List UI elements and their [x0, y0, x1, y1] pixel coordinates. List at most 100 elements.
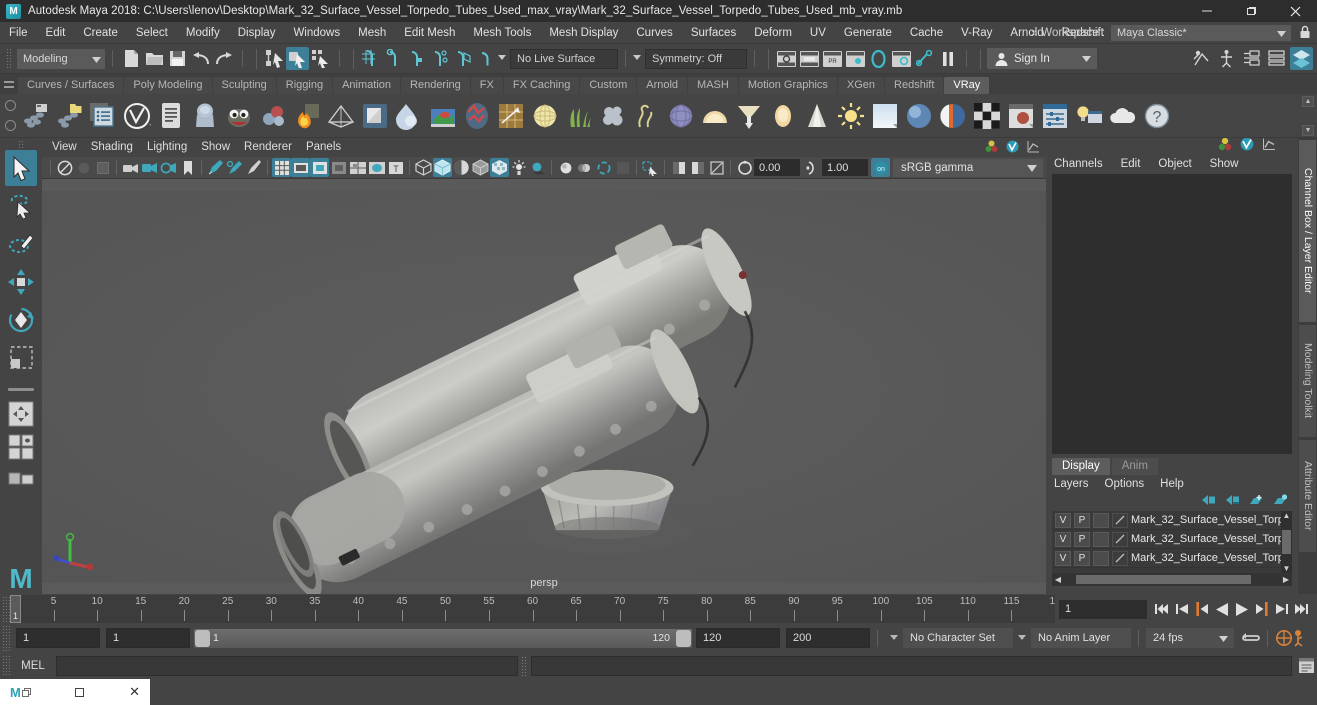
character-set-combo[interactable]: No Character Set: [903, 628, 1013, 648]
panel-menu-lighting[interactable]: Lighting: [147, 138, 201, 157]
vray-plane-icon[interactable]: [324, 97, 358, 135]
vray-displacement-icon[interactable]: [460, 97, 494, 135]
workspace-combo[interactable]: Maya Classic*: [1111, 25, 1291, 41]
menu-windows[interactable]: Windows: [284, 22, 349, 44]
go-to-end-icon[interactable]: [1293, 599, 1311, 619]
vray-hair-icon[interactable]: [630, 97, 664, 135]
cb-menu-object[interactable]: Object: [1158, 158, 1191, 170]
vray-render-settings-panel-icon[interactable]: [1038, 97, 1072, 135]
transparency-shading-icon[interactable]: [490, 158, 509, 177]
pause-render-icon[interactable]: [936, 47, 959, 70]
perspective-viewport[interactable]: persp: [42, 179, 1046, 594]
menu-edit[interactable]: Edit: [37, 22, 75, 44]
anim-end-field[interactable]: 200: [786, 628, 870, 648]
layer-playback-toggle[interactable]: P: [1074, 512, 1090, 528]
range-bar[interactable]: 1 120: [194, 628, 692, 648]
vray-terrain-icon[interactable]: [426, 97, 460, 135]
layer-list-horizontal-scrollbar[interactable]: ◀ ▶: [1052, 573, 1292, 586]
shelf-tab-xgen[interactable]: XGen: [837, 77, 885, 94]
vray-render-view-icon[interactable]: [1004, 97, 1038, 135]
vray-sunlight-icon[interactable]: [834, 97, 868, 135]
vray-frame-buffer-icon[interactable]: [154, 97, 188, 135]
menu-generate[interactable]: Generate: [835, 22, 901, 44]
anim-start-field[interactable]: 1: [16, 628, 100, 648]
play-forwards-icon[interactable]: [1233, 599, 1251, 619]
make-live-icon[interactable]: [475, 47, 498, 70]
step-back-icon[interactable]: [1173, 599, 1191, 619]
new-layer-icon[interactable]: [1249, 493, 1264, 511]
layer-name[interactable]: Mark_32_Surface_Vessel_Torpedo: [1131, 533, 1292, 545]
shelf-scroll-buttons[interactable]: ▲ ▼: [1301, 96, 1315, 136]
camera-attributes-icon[interactable]: [121, 158, 140, 177]
table-row[interactable]: V P Mark_32_Surface_Vessel_Torpedo: [1052, 549, 1292, 568]
snap-to-curve-icon[interactable]: [383, 47, 406, 70]
layer-visibility-toggle[interactable]: V: [1055, 550, 1071, 566]
graph-editor-icon[interactable]: [1027, 140, 1040, 156]
screen-space-ao-icon[interactable]: [556, 158, 575, 177]
isolate-select-icon[interactable]: [641, 158, 660, 177]
le-menu-help[interactable]: Help: [1160, 478, 1184, 490]
command-line-gripper[interactable]: [2, 654, 10, 677]
menu-curves[interactable]: Curves: [627, 22, 681, 44]
command-line-splitter[interactable]: [521, 655, 528, 676]
undo-icon[interactable]: [189, 47, 212, 70]
select-object-icon[interactable]: [286, 47, 309, 70]
layer-playback-toggle[interactable]: P: [1074, 531, 1090, 547]
previous-key-icon[interactable]: [1193, 599, 1211, 619]
shelf-tab-rigging[interactable]: Rigging: [276, 77, 333, 94]
render-settings-icon[interactable]: [890, 47, 913, 70]
vray-proxy-icon[interactable]: [596, 97, 630, 135]
irr-render-icon[interactable]: [798, 47, 821, 70]
shelf-tab-curves-surfaces[interactable]: Curves / Surfaces: [18, 77, 124, 94]
move-layer-down-icon[interactable]: [1225, 493, 1240, 511]
color-management-icon[interactable]: on: [871, 158, 890, 177]
current-time-indicator[interactable]: 1: [10, 595, 21, 623]
menu-display[interactable]: Display: [229, 22, 285, 44]
cb-menu-channels[interactable]: Channels: [1054, 158, 1103, 170]
shelf-menu-icon[interactable]: [0, 74, 18, 94]
select-tool-icon[interactable]: [5, 150, 37, 186]
menu-modify[interactable]: Modify: [177, 22, 229, 44]
menu-edit-mesh[interactable]: Edit Mesh: [395, 22, 464, 44]
exposure-field[interactable]: 0.00: [754, 159, 800, 176]
vray-render-icon[interactable]: [18, 97, 52, 135]
current-frame-field[interactable]: 1: [1059, 599, 1147, 619]
scale-tool-icon[interactable]: [5, 340, 37, 376]
shelf-scroll-up-icon[interactable]: ▲: [1302, 96, 1314, 107]
wireframe-shading-icon[interactable]: [414, 158, 433, 177]
menu-uv[interactable]: UV: [801, 22, 835, 44]
vray-dome-light-icon[interactable]: [358, 97, 392, 135]
toggle-tool-settings-icon[interactable]: [1240, 47, 1263, 70]
shade-wireframe-icon[interactable]: [452, 158, 471, 177]
xray-joints-icon[interactable]: [367, 158, 386, 177]
snap-to-projected-center-icon[interactable]: [429, 47, 452, 70]
save-scene-icon[interactable]: [166, 47, 189, 70]
menu-mesh-display[interactable]: Mesh Display: [540, 22, 627, 44]
rotate-tool-icon[interactable]: [5, 302, 37, 338]
layer-list-vertical-scrollbar[interactable]: ▲ ▼: [1281, 511, 1292, 573]
live-surface-field[interactable]: No Live Surface: [510, 48, 618, 69]
step-forward-icon[interactable]: [1273, 599, 1291, 619]
shelf-scroll-down-icon[interactable]: ▼: [1302, 125, 1314, 136]
bookmark-icon[interactable]: [178, 158, 197, 177]
sign-in-button[interactable]: Sign In: [987, 48, 1097, 69]
gamma-reset-icon[interactable]: [688, 158, 707, 177]
view-transform-icon[interactable]: [707, 158, 726, 177]
vray-cone-light-icon[interactable]: [800, 97, 834, 135]
vray-badge-icon[interactable]: [1006, 140, 1019, 156]
play-backwards-icon[interactable]: [1213, 599, 1231, 619]
vray-sky-icon[interactable]: [868, 97, 902, 135]
time-slider-gripper[interactable]: [2, 596, 10, 622]
script-language-label[interactable]: MEL: [13, 656, 53, 676]
toggle-channel-box-icon[interactable]: [1265, 47, 1288, 70]
menu-surfaces[interactable]: Surfaces: [682, 22, 745, 44]
multisample-aa-icon[interactable]: [594, 158, 613, 177]
table-row[interactable]: V P Mark_32_Surface_Vessel_Torpedo: [1052, 511, 1292, 530]
resolution-gate-icon[interactable]: [310, 158, 329, 177]
command-input[interactable]: [56, 655, 518, 676]
select-hierarchy-icon[interactable]: [263, 47, 286, 70]
shelf-tab-rendering[interactable]: Rendering: [401, 77, 470, 94]
shelf-tab-vray[interactable]: VRay: [944, 77, 990, 94]
camera-settings-icon[interactable]: [159, 158, 178, 177]
vray-ies-light-icon[interactable]: [732, 97, 766, 135]
